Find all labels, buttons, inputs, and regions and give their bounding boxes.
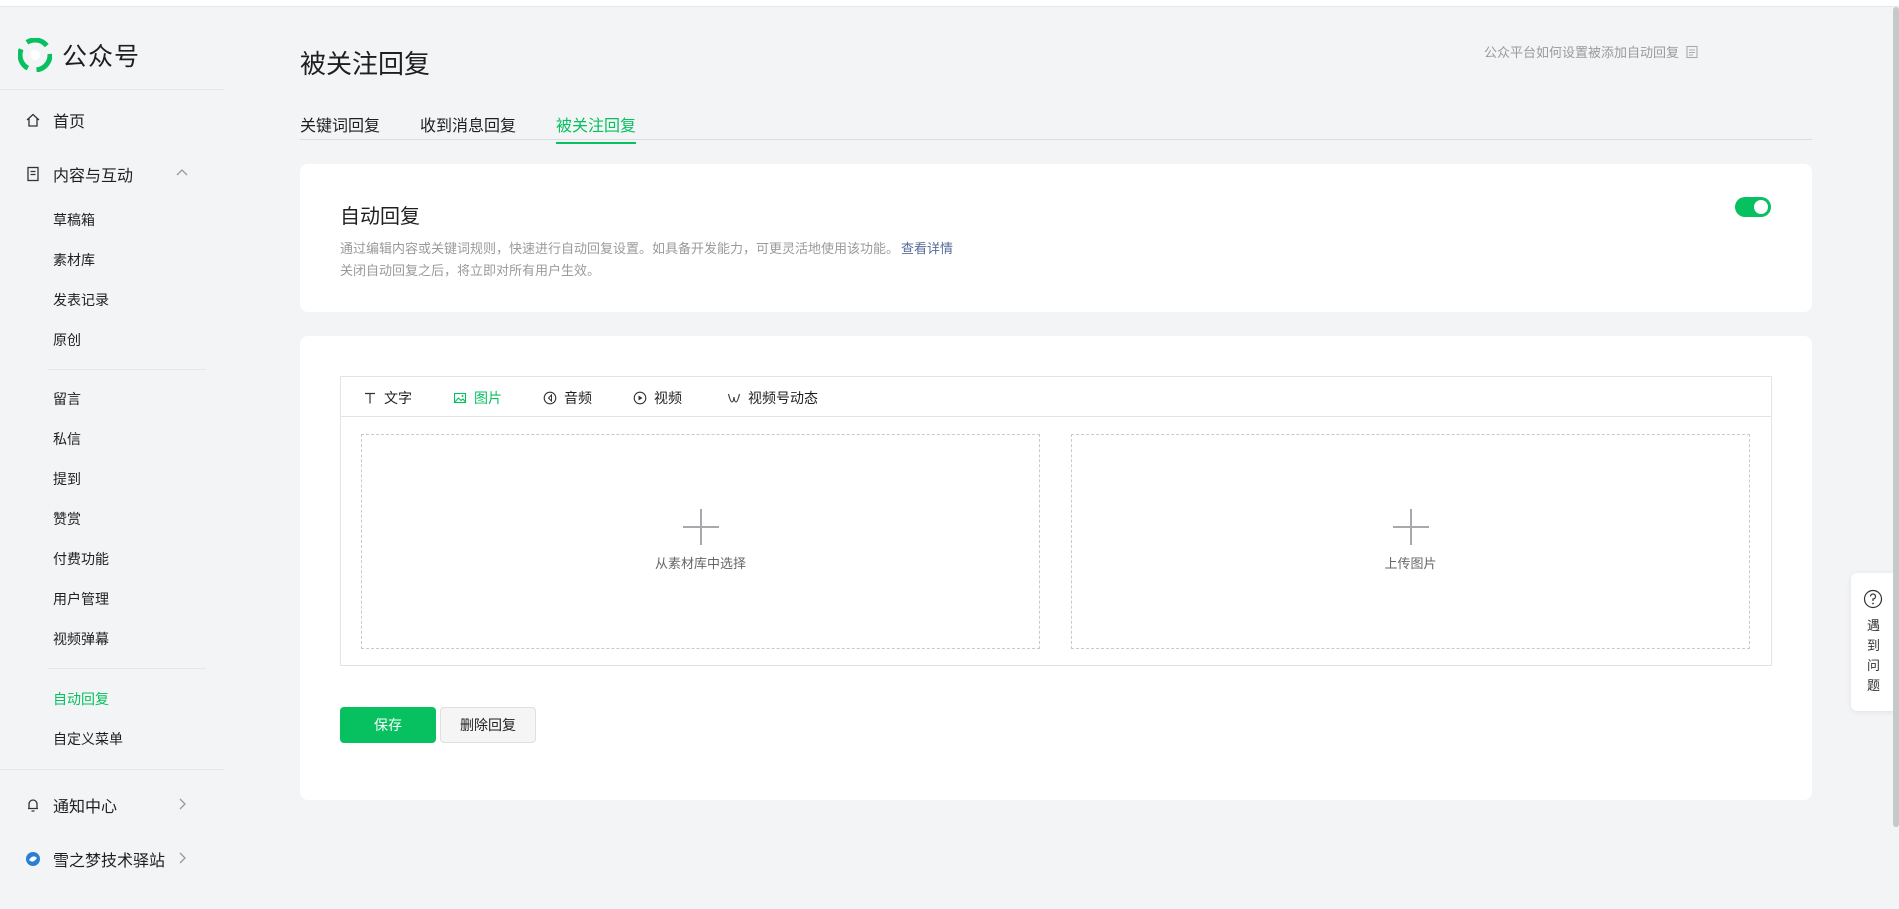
editor-type-tabs: 文字 图片 音频 视频 视频号动态 (341, 377, 1771, 417)
tab-text[interactable]: 文字 (363, 388, 412, 408)
tab-audio[interactable]: 音频 (543, 388, 592, 408)
toggle-knob (1754, 200, 1768, 214)
chevron-right-icon[interactable] (175, 851, 189, 865)
sidebar-item-drafts[interactable]: 草稿箱 (53, 210, 95, 230)
auto-reply-toggle[interactable] (1735, 197, 1771, 217)
sidebar-item-label: 通知中心 (53, 797, 118, 816)
chevron-right-icon[interactable] (175, 797, 189, 811)
plus-icon (682, 509, 719, 545)
wechat-mp-logo-icon (18, 38, 52, 72)
home-icon (24, 111, 42, 129)
sidebar-item-home[interactable]: 首页 (24, 108, 85, 132)
reply-tabs: 关键词回复 收到消息回复 被关注回复 (300, 110, 1812, 144)
save-button[interactable]: 保存 (340, 707, 436, 743)
description-text: 通过编辑内容或关键词规则，快速进行自动回复设置。如具备开发能力，可更灵活地使用该… (340, 242, 900, 257)
sidebar-item-label: 内容与互动 (53, 166, 134, 185)
help-floating-button[interactable]: 遇到问题 (1851, 573, 1895, 711)
logo[interactable]: 公众号 (18, 37, 140, 73)
tab-keyword-reply[interactable]: 关键词回复 (300, 112, 380, 142)
sidebar-item-original[interactable]: 原创 (53, 330, 81, 350)
upload-image-zone[interactable]: 上传图片 (1071, 434, 1750, 649)
sidebar-item-paid-features[interactable]: 付费功能 (53, 549, 109, 569)
page-scrollbar[interactable] (1893, 7, 1899, 827)
document-icon (24, 165, 42, 183)
upload-image-label: 上传图片 (1384, 557, 1437, 572)
auto-reply-card: 自动回复 通过编辑内容或关键词规则，快速进行自动回复设置。如具备开发能力，可更灵… (300, 164, 1812, 312)
document-icon (1686, 45, 1698, 58)
tab-label: 音频 (564, 391, 592, 407)
sidebar-item-content[interactable]: 内容与互动 (24, 162, 133, 186)
sidebar-item-custom-menu[interactable]: 自定义菜单 (53, 729, 123, 749)
plus-icon (1392, 509, 1429, 545)
account-avatar-icon (24, 850, 42, 868)
sidebar-item-publish-records[interactable]: 发表记录 (53, 290, 109, 310)
page-title: 被关注回复 (300, 50, 431, 80)
sidebar-divider (48, 369, 206, 370)
tab-video[interactable]: 视频 (633, 388, 682, 408)
sidebar-item-account[interactable]: 雪之梦技术驿站 (24, 847, 165, 871)
tab-label: 视频号动态 (748, 391, 818, 407)
logo-text: 公众号 (62, 42, 141, 71)
question-icon (1863, 589, 1883, 609)
audio-icon (543, 391, 557, 405)
play-icon (633, 391, 647, 405)
delete-reply-button[interactable]: 删除回复 (440, 707, 536, 743)
top-bar (0, 0, 1899, 7)
sidebar-item-label: 雪之梦技术驿站 (53, 851, 166, 870)
sidebar-item-comments[interactable]: 留言 (53, 389, 81, 409)
tab-image[interactable]: 图片 (453, 388, 502, 408)
reply-content-card: 文字 图片 音频 视频 视频号动态 从素材库中选择 上传图片 保存 删除回复 (300, 336, 1812, 800)
image-icon (453, 392, 467, 404)
help-link[interactable]: 公众平台如何设置被添加自动回复 (1484, 42, 1699, 61)
auto-reply-note: 关闭自动回复之后，将立即对所有用户生效。 (340, 264, 601, 279)
sidebar-item-notifications[interactable]: 通知中心 (24, 793, 117, 817)
sidebar-item-materials[interactable]: 素材库 (53, 250, 95, 270)
reply-editor: 文字 图片 音频 视频 视频号动态 从素材库中选择 上传图片 (340, 376, 1772, 666)
sidebar-item-video-danmaku[interactable]: 视频弹幕 (53, 629, 109, 649)
tab-label: 文字 (384, 391, 412, 407)
sidebar-item-mentions[interactable]: 提到 (53, 469, 81, 489)
select-from-library-zone[interactable]: 从素材库中选择 (361, 434, 1040, 649)
tab-label: 视频 (654, 391, 682, 407)
sidebar-item-messages[interactable]: 私信 (53, 429, 81, 449)
auto-reply-title: 自动回复 (340, 204, 420, 228)
tab-channels-post[interactable]: 视频号动态 (727, 388, 818, 408)
select-from-library-label: 从素材库中选择 (654, 557, 746, 572)
text-icon (365, 392, 375, 404)
view-details-link[interactable]: 查看详情 (901, 242, 953, 257)
sidebar-divider (0, 89, 224, 90)
sidebar-item-rewards[interactable]: 赞赏 (53, 509, 81, 529)
tab-message-reply[interactable]: 收到消息回复 (420, 112, 516, 142)
sidebar-divider (48, 668, 206, 669)
sidebar: 公众号 首页 内容与互动 草稿箱 素材库 发表记录 原创 留言 私信 提到 赞赏… (0, 7, 224, 909)
help-link-label: 公众平台如何设置被添加自动回复 (1483, 46, 1679, 61)
help-floating-label: 遇到问题 (1867, 619, 1881, 694)
tab-label: 图片 (474, 391, 502, 407)
sidebar-item-label: 首页 (53, 112, 86, 131)
sidebar-item-user-management[interactable]: 用户管理 (53, 589, 109, 609)
bell-icon (24, 796, 42, 814)
channels-icon (727, 393, 741, 403)
chevron-up-icon[interactable] (175, 166, 189, 180)
auto-reply-description: 通过编辑内容或关键词规则，快速进行自动回复设置。如具备开发能力，可更灵活地使用该… (340, 238, 953, 257)
tab-follow-reply[interactable]: 被关注回复 (556, 112, 637, 144)
sidebar-divider (0, 769, 224, 770)
sidebar-item-auto-reply[interactable]: 自动回复 (53, 689, 109, 709)
